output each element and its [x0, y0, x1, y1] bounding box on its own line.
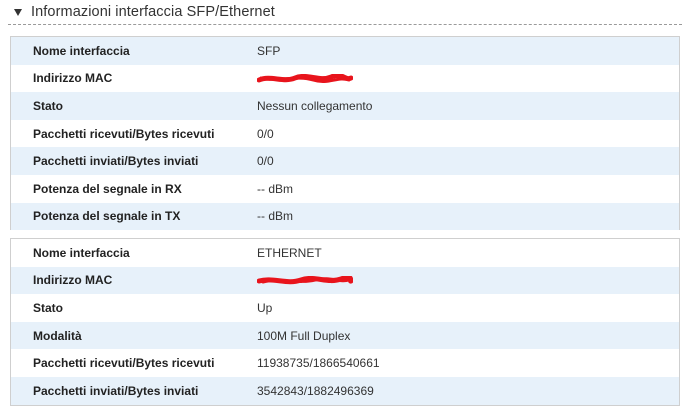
row-value: Up [257, 300, 273, 315]
table-row: Potenza del segnale in RX -- dBm [11, 175, 679, 203]
row-label: Indirizzo MAC [33, 71, 113, 86]
row-label: Pacchetti ricevuti/Bytes ricevuti [33, 356, 215, 371]
section-title: Informazioni interfaccia SFP/Ethernet [31, 4, 275, 20]
row-label: Pacchetti ricevuti/Bytes ricevuti [33, 126, 215, 141]
row-label: Nome interfaccia [33, 43, 130, 58]
table-row: Indirizzo MAC [11, 65, 679, 93]
row-value: -- dBm [257, 181, 293, 196]
table-row: Pacchetti ricevuti/Bytes ricevuti 0/0 [11, 120, 679, 148]
sfp-info-table: Nome interfaccia SFP Indirizzo MAC Stato… [10, 36, 680, 231]
row-value: -- dBm [257, 209, 293, 224]
page: Informazioni interfaccia SFP/Ethernet No… [0, 0, 690, 417]
table-row: Modalità 100M Full Duplex [11, 321, 679, 350]
table-row: Stato Up [11, 294, 679, 322]
row-value: 0/0 [257, 126, 274, 141]
redaction-mark [257, 74, 353, 84]
section-header-sfp-ethernet[interactable]: Informazioni interfaccia SFP/Ethernet [8, 0, 682, 25]
row-value: 11938735/1866540661 [257, 356, 380, 371]
row-value: 100M Full Duplex [257, 328, 351, 343]
row-value: 3542843/1882496369 [257, 383, 374, 398]
row-label: Indirizzo MAC [33, 273, 113, 288]
table-row: Pacchetti inviati/Bytes inviati 0/0 [11, 147, 679, 175]
row-label: Nome interfaccia [33, 245, 130, 260]
row-label: Potenza del segnale in TX [33, 209, 181, 224]
redaction-mark [257, 276, 353, 286]
mac-address-value [239, 71, 353, 85]
collapse-triangle-icon[interactable] [14, 9, 22, 16]
row-label: Stato [33, 300, 63, 315]
table-row: Pacchetti inviati/Bytes inviati 3542843/… [11, 376, 679, 405]
mac-address-value [239, 273, 353, 287]
table-row: Nome interfaccia SFP [11, 37, 679, 65]
ethernet-info-table: Nome interfaccia ETHERNET Indirizzo MAC … [10, 238, 680, 406]
row-value: Nessun collegamento [257, 98, 373, 113]
row-label: Potenza del segnale in RX [33, 181, 182, 196]
row-value: 0/0 [257, 154, 274, 169]
row-value: SFP [257, 43, 281, 58]
table-row: Stato Nessun collegamento [11, 92, 679, 120]
row-label: Pacchetti inviati/Bytes inviati [33, 154, 199, 169]
row-label: Stato [33, 98, 63, 113]
table-row: Pacchetti ricevuti/Bytes ricevuti 119387… [11, 349, 679, 377]
table-row: Potenza del segnale in TX -- dBm [11, 202, 679, 231]
table-row: Nome interfaccia ETHERNET [11, 239, 679, 267]
row-value: ETHERNET [257, 245, 322, 260]
table-row: Indirizzo MAC [11, 266, 679, 295]
row-label: Modalità [33, 328, 82, 343]
row-label: Pacchetti inviati/Bytes inviati [33, 383, 199, 398]
